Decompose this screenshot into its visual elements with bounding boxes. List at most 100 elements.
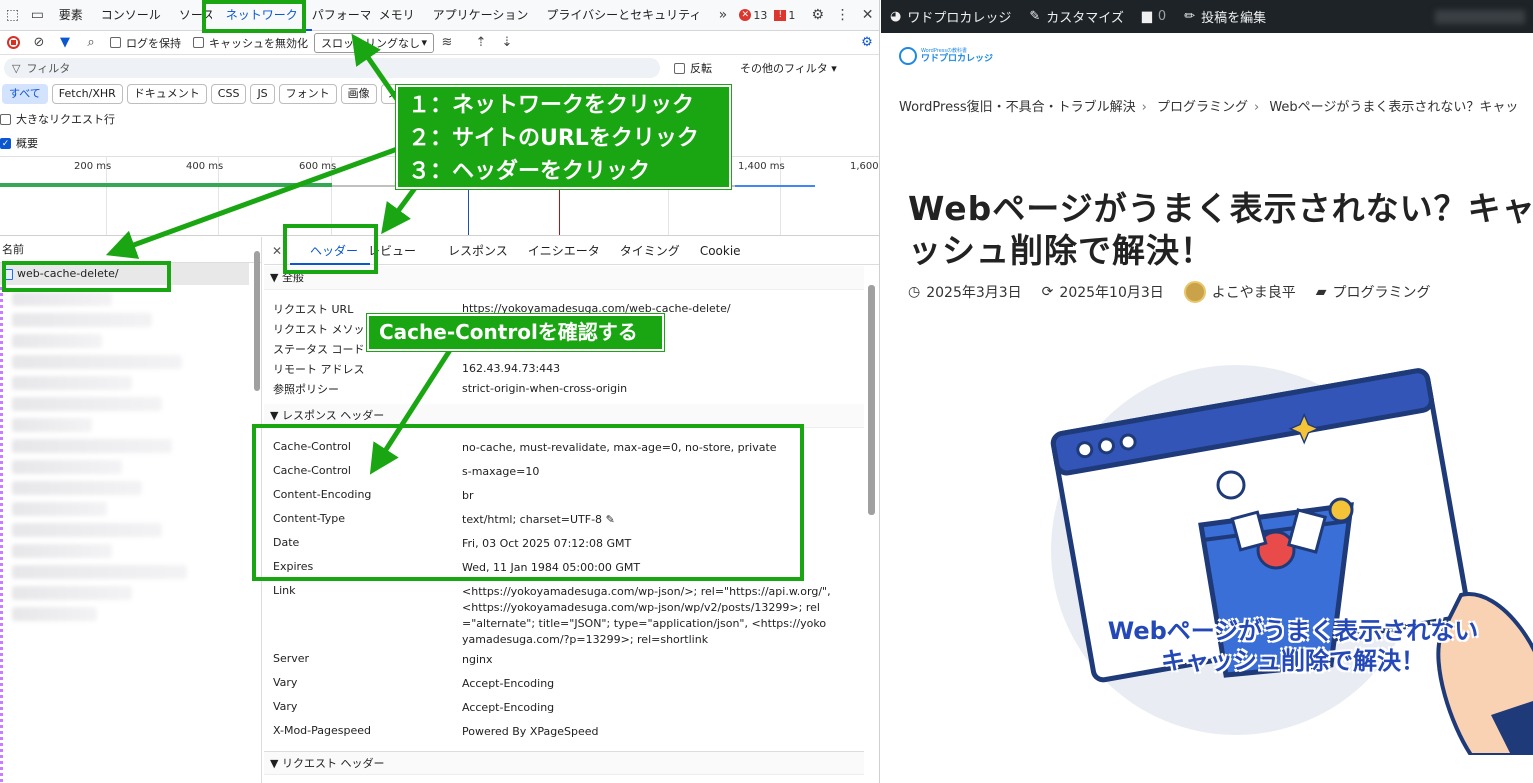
clock-icon: ◷ — [908, 284, 921, 300]
filter-funnel-icon[interactable]: ▼ — [52, 31, 78, 55]
tab-elements[interactable]: 要素 — [50, 0, 92, 31]
folder-icon: ▰ — [1315, 284, 1327, 300]
network-settings-icon[interactable]: ⚙ — [854, 31, 879, 55]
error-icon: ✕ — [739, 9, 752, 21]
list-item[interactable] — [12, 313, 152, 327]
breadcrumb-current: Webページがうまく表示されない？キャッ — [1269, 100, 1519, 115]
list-item[interactable] — [12, 544, 112, 558]
invert-checkbox[interactable]: 反転 — [674, 60, 712, 76]
highlight-cache-control — [252, 424, 804, 581]
breadcrumb-link[interactable]: WordPress復旧・不具合・トラブル解決 — [899, 100, 1136, 115]
list-item[interactable] — [12, 397, 162, 411]
preserve-log-checkbox[interactable]: ログを保持 — [110, 35, 181, 51]
list-item[interactable] — [12, 565, 187, 579]
tab-timing[interactable]: タイミング — [610, 237, 690, 265]
clear-icon[interactable]: ⊘ — [26, 31, 52, 55]
list-item[interactable] — [12, 460, 122, 474]
overview-checkbox[interactable]: ✓ 概要 — [0, 135, 38, 151]
type-image[interactable]: 画像 — [340, 84, 377, 104]
name-column-header[interactable]: 名前 — [0, 237, 261, 263]
kebab-menu-icon[interactable]: ⋮ — [830, 0, 855, 31]
highlight-request-row — [2, 261, 171, 292]
disable-cache-checkbox[interactable]: キャッシュを無効化 — [193, 35, 308, 51]
gear-icon[interactable]: ⚙ — [805, 0, 830, 31]
eyecatch-image — [1050, 365, 1533, 755]
admin-bar-site[interactable]: ◕ ワドプロカレッジ — [881, 7, 1020, 26]
type-fetch-xhr[interactable]: Fetch/XHR — [51, 84, 123, 104]
type-all[interactable]: すべて — [2, 84, 48, 104]
list-item[interactable] — [12, 418, 92, 432]
dom-content-loaded-line — [468, 187, 469, 235]
tab-response[interactable]: レスポンス — [438, 237, 518, 265]
wordpress-page: ◕ ワドプロカレッジ ✎ カスタマイズ ▆ 0 ✏ 投稿を編集 WordPressの教科… — [881, 0, 1533, 783]
wp-admin-bar: ◕ ワドプロカレッジ ✎ カスタマイズ ▆ 0 ✏ 投稿を編集 — [881, 0, 1533, 33]
post-meta: ◷ 2025年3月3日 ⟳ 2025年10月3日 よこやま良平 ▰ プログラミング — [908, 281, 1431, 303]
list-item[interactable] — [12, 607, 97, 621]
list-item[interactable] — [12, 334, 102, 348]
type-document[interactable]: ドキュメント — [126, 84, 207, 104]
network-conditions-icon[interactable]: ≋ — [434, 31, 460, 55]
tab-performance[interactable]: パフォーマンス — [312, 0, 370, 31]
author-link[interactable]: よこやま良平 — [1212, 282, 1296, 302]
search-icon[interactable]: ⌕ — [78, 31, 104, 55]
close-icon[interactable]: ✕ — [855, 0, 879, 31]
tab-console[interactable]: コンソール — [92, 0, 170, 31]
list-item[interactable] — [12, 523, 162, 537]
network-toolbar: ⊘ ▼ ⌕ ログを保持 キャッシュを無効化 スロットリングなし ▾ ≋ ⇡ ⇣ ⚙ — [0, 31, 879, 55]
admin-bar-comments[interactable]: ▆ 0 — [1133, 9, 1175, 24]
dashboard-icon: ◕ — [890, 9, 902, 24]
filter-funnel-icon: ▽ — [12, 61, 21, 75]
eyecatch-caption-2: キャッシュ削除で解決！ — [1161, 647, 1425, 675]
big-rows-checkbox[interactable]: 大きなリクエスト行 — [0, 111, 115, 127]
list-item[interactable] — [12, 292, 112, 306]
type-js[interactable]: JS — [250, 84, 275, 104]
devtools-tabbar: ⬚ ▭ 要素 コンソール ソース ネットワーク パフォーマンス メモリ アプリケ… — [0, 0, 879, 31]
site-logo[interactable]: WordPressの教科書 ワドプロカレッジ — [899, 47, 993, 65]
type-font[interactable]: フォント — [278, 84, 337, 104]
list-item[interactable] — [12, 439, 172, 453]
tab-initiator[interactable]: イニシエータ — [518, 237, 610, 265]
tab-cookie[interactable]: Cookie — [690, 237, 751, 265]
breadcrumb-link[interactable]: プログラミング — [1157, 100, 1248, 115]
highlight-headers-tab — [283, 224, 378, 274]
request-headers-section-header[interactable]: ▼ リクエスト ヘッダー — [264, 751, 864, 775]
tick-label: 200 ms — [74, 161, 112, 172]
error-count-badge[interactable]: ✕ 13 ! 1 — [739, 9, 795, 22]
inspect-icon[interactable]: ⬚ — [0, 0, 25, 31]
tab-preview[interactable]: プレビュー — [370, 237, 438, 265]
tick-label: 600 ms — [299, 161, 337, 172]
more-tabs-icon[interactable]: » — [710, 0, 735, 31]
type-css[interactable]: CSS — [210, 84, 247, 104]
export-icon[interactable]: ⇣ — [494, 31, 520, 55]
tab-privacy[interactable]: プライバシーとセキュリティ — [537, 0, 710, 31]
admin-bar-customize[interactable]: ✎ カスタマイズ — [1020, 7, 1133, 26]
request-list: 名前 web-cache-delete/ — [0, 237, 262, 783]
filter-input[interactable]: ▽ フィルタ — [4, 58, 660, 78]
issue-icon: ! — [774, 9, 787, 21]
list-item[interactable] — [12, 481, 142, 495]
timeline-bar — [735, 185, 815, 187]
list-item[interactable] — [12, 355, 182, 369]
tab-memory[interactable]: メモリ — [370, 0, 424, 31]
throttling-select[interactable]: スロットリングなし ▾ — [314, 32, 434, 53]
list-scrollbar[interactable] — [254, 251, 260, 391]
category-link[interactable]: プログラミング — [1333, 282, 1431, 302]
filter-row: ▽ フィルタ 反転 その他のフィルタ ▾ — [0, 56, 879, 80]
import-icon[interactable]: ⇡ — [468, 31, 494, 55]
avatar[interactable] — [1183, 281, 1206, 303]
more-filters-dropdown[interactable]: その他のフィルタ ▾ — [740, 60, 837, 76]
tab-application[interactable]: アプリケーション — [424, 0, 538, 31]
admin-bar-user[interactable] — [1435, 9, 1525, 24]
tick-label: 400 ms — [186, 161, 224, 172]
admin-bar-edit-post[interactable]: ✏ 投稿を編集 — [1175, 7, 1275, 26]
initiator-marker — [0, 287, 3, 783]
load-line — [559, 187, 560, 235]
list-item[interactable] — [12, 502, 107, 516]
list-item[interactable] — [12, 376, 132, 390]
timeline-bar — [0, 183, 332, 187]
device-toggle-icon[interactable]: ▭ — [25, 0, 50, 31]
detail-scrollbar[interactable] — [868, 285, 875, 515]
refresh-icon: ⟳ — [1041, 284, 1054, 300]
record-stop-icon[interactable] — [0, 31, 26, 55]
list-item[interactable] — [12, 586, 132, 600]
